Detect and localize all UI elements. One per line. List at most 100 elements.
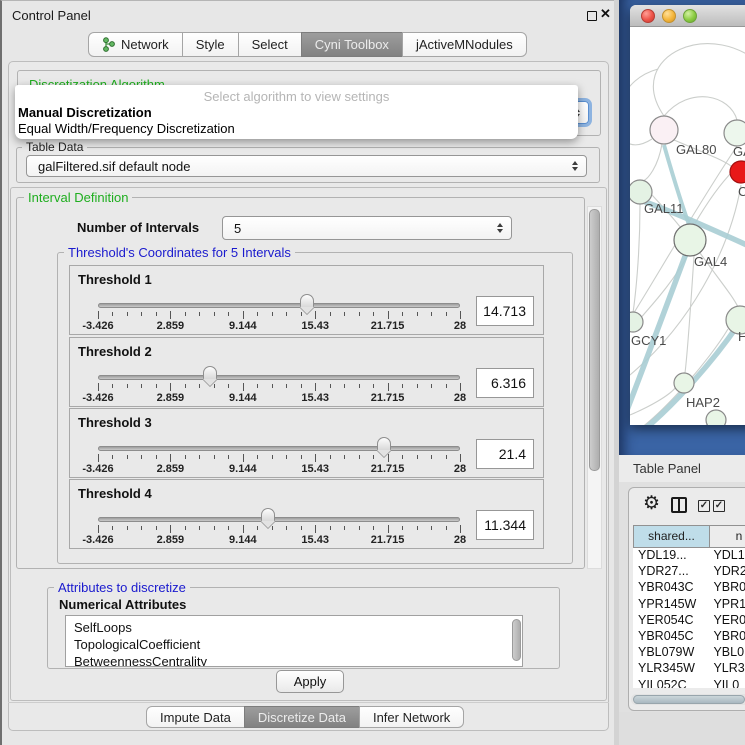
threshold-value-field[interactable]: 11.344 <box>476 510 534 540</box>
node-label: GAL4 <box>694 254 727 269</box>
number-of-intervals-combobox[interactable]: 5 <box>222 216 512 240</box>
column-header-name[interactable]: n <box>709 525 745 548</box>
numerical-attributes-label: Numerical Attributes <box>59 597 186 612</box>
node-label: C <box>738 184 745 199</box>
tab-label: Impute Data <box>160 710 231 725</box>
cell: YBL079W <box>633 645 709 661</box>
threshold-slider-thumb[interactable] <box>203 366 217 379</box>
cell: YLR345W <box>633 661 709 677</box>
checkbox-icon[interactable]: ✓ <box>698 500 710 512</box>
minimize-traffic-light-icon[interactable] <box>662 9 676 23</box>
interval-definition-title: Interval Definition <box>24 190 132 205</box>
table-row[interactable]: YIL052CYIL0 <box>633 678 745 689</box>
network-icon <box>102 37 115 52</box>
threshold-value-field[interactable]: 21.4 <box>476 439 534 469</box>
table-row[interactable]: YER054CYER0 <box>633 613 745 629</box>
table-data-combobox[interactable]: galFiltered.sif default node <box>26 155 587 177</box>
horizontal-scrollbar-thumb[interactable] <box>633 695 745 704</box>
slider-ticks <box>98 311 460 320</box>
cell: YDL19... <box>633 548 709 564</box>
divider <box>8 702 609 703</box>
cell: YDR27... <box>633 564 709 580</box>
dropdown-item-equal-width-frequency[interactable]: Equal Width/Frequency Discretization <box>18 121 235 136</box>
tab-label: Discretize Data <box>258 710 346 725</box>
table-row[interactable]: YBL079WYBL0 <box>633 645 745 661</box>
checkbox-icon[interactable]: ✓ <box>713 500 725 512</box>
tab-label: Cyni Toolbox <box>315 37 389 52</box>
node-label: H <box>738 329 745 344</box>
node-red-selected[interactable] <box>730 161 745 183</box>
cell: YBL0 <box>709 645 745 661</box>
table-row[interactable]: YLR345WYLR3 <box>633 661 745 677</box>
node-gal4[interactable] <box>674 224 706 256</box>
threshold-slider-thumb[interactable] <box>377 437 391 450</box>
table-row[interactable]: YBR043CYBR0 <box>633 580 745 596</box>
gear-icon[interactable]: ⚙ <box>643 492 660 515</box>
node-partial-top-right[interactable] <box>724 120 745 146</box>
list-item[interactable]: SelfLoops <box>66 616 522 636</box>
node-hap2[interactable] <box>674 373 694 393</box>
node-gcy1[interactable] <box>630 312 643 332</box>
threshold-slider-track[interactable] <box>98 375 460 380</box>
tab-jactivemnodules[interactable]: jActiveMNodules <box>402 32 527 57</box>
slider-ticks <box>98 525 460 534</box>
cell: YDR2 <box>709 564 745 580</box>
tab-infer-network[interactable]: Infer Network <box>359 706 464 728</box>
combo-stepper-icon <box>497 223 503 233</box>
cell: YBR0 <box>709 629 745 645</box>
tab-select[interactable]: Select <box>238 32 302 57</box>
threshold-slider-thumb[interactable] <box>261 508 275 521</box>
network-canvas[interactable]: GAL80 GA C GAL11 GAL4 GCY1 H HAP2 <box>630 27 745 425</box>
close-icon[interactable]: ✕ <box>600 6 611 22</box>
network-window-titlebar[interactable] <box>630 5 745 27</box>
list-item[interactable]: TopologicalCoefficient <box>66 636 522 653</box>
table-body[interactable]: YDL19...YDL1 YDR27...YDR2 YBR043CYBR0 YP… <box>633 548 745 688</box>
tab-label: Style <box>196 37 225 52</box>
zoom-traffic-light-icon[interactable] <box>683 9 697 23</box>
tab-discretize-data[interactable]: Discretize Data <box>244 706 360 728</box>
threshold-value-field[interactable]: 14.713 <box>476 296 534 326</box>
columns-icon[interactable] <box>671 497 687 513</box>
table-row[interactable]: YPR145WYPR1 <box>633 597 745 613</box>
table-row[interactable]: YDR27...YDR2 <box>633 564 745 580</box>
slider-tick-labels: -3.4262.8599.14415.4321.71528 <box>98 320 460 332</box>
threshold-label: Threshold 1 <box>78 272 152 287</box>
node-label: HAP2 <box>686 395 720 410</box>
list-item[interactable]: BetweennessCentrality <box>66 653 522 667</box>
threshold-value-field[interactable]: 6.316 <box>476 368 534 398</box>
node-partial-bottom[interactable] <box>706 410 726 425</box>
table-row[interactable]: YDL19...YDL1 <box>633 548 745 564</box>
slider-tick-labels: -3.4262.8599.14415.4321.71528 <box>98 392 460 404</box>
threshold-slider-track[interactable] <box>98 446 460 451</box>
column-header-shared-name[interactable]: shared... <box>633 525 710 548</box>
tab-style[interactable]: Style <box>182 32 239 57</box>
table-data-title: Table Data <box>22 140 87 154</box>
intervals-value: 5 <box>234 221 241 236</box>
threshold-1-block: Threshold 1 -3.4262.8599.14415.4321.7152… <box>69 265 544 335</box>
node-gal80[interactable] <box>650 116 678 144</box>
threshold-slider-track[interactable] <box>98 517 460 522</box>
thresholds-group-title: Threshold's Coordinates for 5 Intervals <box>64 245 295 260</box>
float-window-icon[interactable] <box>587 11 597 21</box>
tab-cyni-toolbox[interactable]: Cyni Toolbox <box>301 32 403 57</box>
horizontal-scrollbar-track[interactable] <box>631 694 745 705</box>
tab-impute-data[interactable]: Impute Data <box>146 706 245 728</box>
vertical-scrollbar-thumb[interactable] <box>589 209 600 471</box>
threshold-label: Threshold 4 <box>78 486 152 501</box>
apply-button[interactable]: Apply <box>276 670 344 693</box>
threshold-label: Threshold 2 <box>78 344 152 359</box>
node-table: ⚙ ✓ ✓ shared... n YDL19...YDL1 YDR27...Y… <box>628 487 745 711</box>
numerical-attributes-list[interactable]: SelfLoops TopologicalCoefficient Between… <box>65 615 523 667</box>
tab-label: jActiveMNodules <box>416 37 513 52</box>
close-traffic-light-icon[interactable] <box>641 9 655 23</box>
cell: YBR0 <box>709 580 745 596</box>
threshold-slider-track[interactable] <box>98 303 460 308</box>
algorithm-dropdown-popup: Select algorithm to view settings Manual… <box>15 85 578 139</box>
threshold-slider-thumb[interactable] <box>300 294 314 307</box>
node-label: GCY1 <box>631 333 666 348</box>
list-scrollbar-thumb[interactable] <box>512 619 521 661</box>
tab-network[interactable]: Network <box>88 32 183 57</box>
table-header-row: shared... n <box>633 525 745 548</box>
table-row[interactable]: YBR045CYBR0 <box>633 629 745 645</box>
dropdown-item-manual-discretization[interactable]: Manual Discretization <box>18 105 152 120</box>
